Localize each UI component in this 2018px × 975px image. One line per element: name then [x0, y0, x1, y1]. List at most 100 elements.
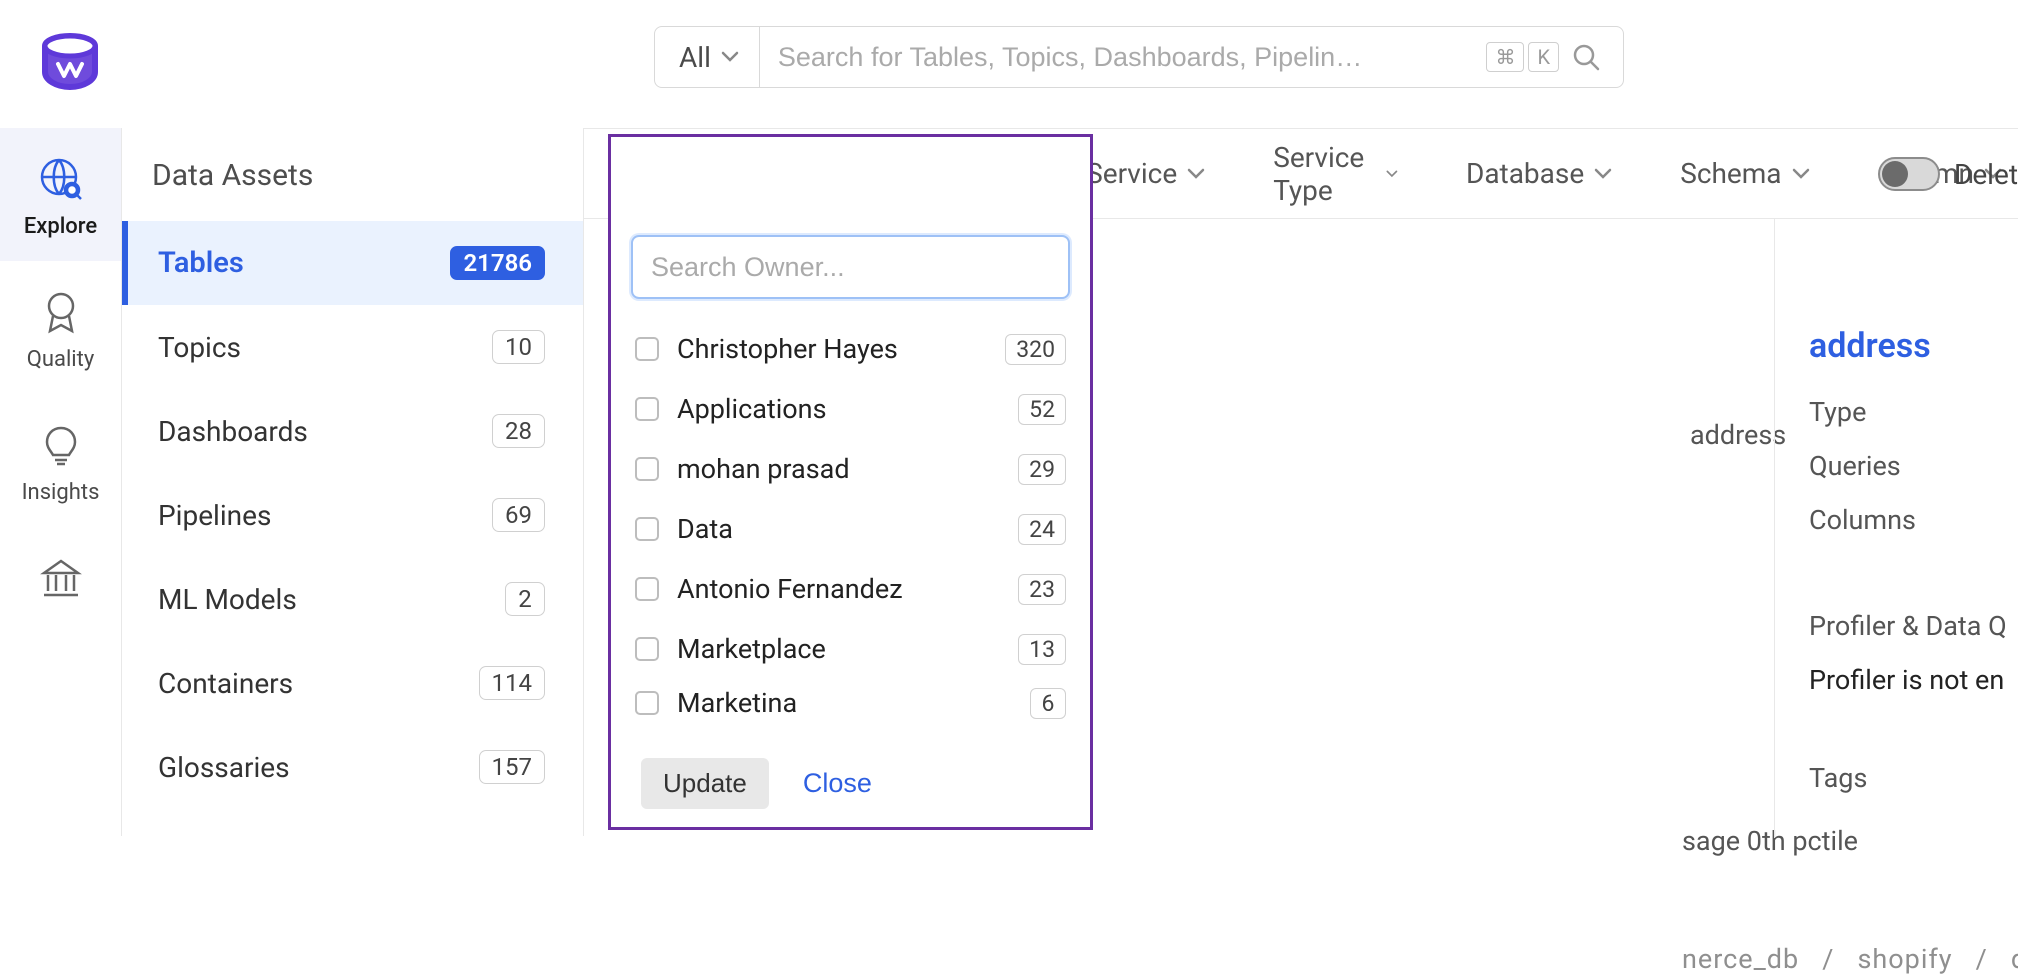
details-type-label: Type	[1809, 396, 2018, 428]
checkbox[interactable]	[635, 577, 659, 601]
owner-option-count: 13	[1018, 634, 1066, 665]
owner-option-label: Applications	[677, 393, 1000, 425]
search-scope-label: All	[679, 41, 711, 74]
asset-item-tables[interactable]: Tables 21786	[122, 221, 583, 305]
deleted-toggle[interactable]	[1878, 157, 1940, 191]
deleted-toggle-row: Delet	[1878, 129, 2018, 219]
details-title[interactable]: address	[1809, 326, 2018, 366]
asset-label: ML Models	[158, 583, 297, 616]
globe-search-icon	[38, 156, 84, 202]
bank-icon	[38, 555, 84, 601]
owner-option[interactable]: Christopher Hayes 320	[611, 319, 1090, 379]
filter-label: Database	[1466, 157, 1584, 190]
left-nav-rail: Explore Quality Insights	[0, 128, 122, 836]
filter-label: Schema	[1680, 157, 1781, 190]
checkbox[interactable]	[635, 691, 659, 715]
sidebar: Data Assets Tables 21786 Topics 10 Dashb…	[122, 128, 584, 836]
sidebar-title: Data Assets	[122, 158, 583, 221]
filter-label: Service	[1086, 157, 1177, 190]
checkbox[interactable]	[635, 457, 659, 481]
details-columns-label: Columns	[1809, 504, 2018, 536]
count-badge: 2	[505, 582, 545, 616]
lightbulb-icon	[38, 422, 84, 468]
award-icon	[38, 289, 84, 335]
owner-search-input[interactable]	[631, 235, 1070, 299]
rail-item-insights[interactable]: Insights	[0, 394, 121, 527]
asset-label: Topics	[158, 331, 241, 364]
checkbox[interactable]	[635, 637, 659, 661]
rail-item-quality[interactable]: Quality	[0, 261, 121, 394]
asset-label: Containers	[158, 667, 293, 700]
owner-option[interactable]: Applications 52	[611, 379, 1090, 439]
details-panel: address Type Queries Columns Profiler & …	[1774, 218, 2018, 838]
owner-dropdown: Christopher Hayes 320 Applications 52 mo…	[608, 134, 1093, 830]
kbd-cmd: ⌘	[1486, 42, 1524, 72]
global-search: All ⌘ K	[654, 26, 1624, 88]
count-badge: 21786	[450, 246, 545, 280]
filter-service-type[interactable]: Service Type	[1257, 133, 1414, 215]
filter-label: Service Type	[1273, 141, 1376, 207]
asset-label: Dashboards	[158, 415, 308, 448]
owner-option-label: Christopher Hayes	[677, 333, 987, 365]
rail-label-insights: Insights	[22, 480, 100, 505]
close-button[interactable]: Close	[803, 768, 872, 799]
owner-option-list: Christopher Hayes 320 Applications 52 mo…	[611, 313, 1090, 744]
brand-logo	[40, 32, 100, 92]
update-button[interactable]: Update	[641, 758, 769, 809]
asset-label: Tables	[158, 246, 244, 280]
kbd-k: K	[1528, 42, 1559, 72]
details-tags-label: Tags	[1809, 762, 2018, 794]
asset-label: Glossaries	[158, 751, 290, 784]
filter-database[interactable]: Database	[1450, 149, 1628, 198]
owner-option-label: Data	[677, 513, 1000, 545]
owner-option-label: Antonio Fernandez	[677, 573, 1000, 605]
rail-label-explore: Explore	[24, 214, 97, 239]
owner-option-count: 24	[1018, 514, 1066, 545]
owner-option-count: 6	[1030, 688, 1066, 719]
search-scope-selector[interactable]: All	[655, 27, 760, 87]
owner-option[interactable]: Antonio Fernandez 23	[611, 559, 1090, 619]
details-queries-label: Queries	[1809, 450, 2018, 482]
deleted-toggle-label: Delet	[1954, 158, 2018, 191]
checkbox[interactable]	[635, 517, 659, 541]
checkbox[interactable]	[635, 337, 659, 361]
owner-option-count: 29	[1018, 454, 1066, 485]
asset-list: Tables 21786 Topics 10 Dashboards 28 Pip…	[122, 221, 583, 809]
count-badge: 69	[492, 498, 545, 532]
owner-option-count: 52	[1018, 394, 1066, 425]
rail-item-explore[interactable]: Explore	[0, 128, 121, 261]
search-input[interactable]	[760, 27, 1487, 87]
filter-schema[interactable]: Schema	[1664, 149, 1825, 198]
owner-dropdown-footer: Update Close	[611, 744, 1090, 827]
count-badge: 157	[479, 750, 545, 784]
asset-item-containers[interactable]: Containers 114	[122, 641, 583, 725]
checkbox[interactable]	[635, 397, 659, 421]
asset-label: Pipelines	[158, 499, 271, 532]
breadcrumb: nerce_db / shopify / dim_address	[1680, 943, 2018, 975]
asset-item-dashboards[interactable]: Dashboards 28	[122, 389, 583, 473]
asset-item-topics[interactable]: Topics 10	[122, 305, 583, 389]
top-bar: All ⌘ K	[0, 0, 2018, 124]
rail-item-governance[interactable]	[0, 527, 121, 601]
count-badge: 114	[479, 666, 545, 700]
owner-option-count: 23	[1018, 574, 1066, 605]
chevron-down-icon	[1792, 168, 1810, 180]
chevron-down-icon	[1187, 168, 1205, 180]
chevron-down-icon	[721, 51, 739, 63]
count-badge: 10	[492, 330, 545, 364]
search-icon[interactable]	[1571, 42, 1601, 72]
keyboard-shortcut-hint: ⌘ K	[1486, 42, 1559, 72]
owner-option-count: 320	[1005, 334, 1066, 365]
asset-item-mlmodels[interactable]: ML Models 2	[122, 557, 583, 641]
asset-item-glossaries[interactable]: Glossaries 157	[122, 725, 583, 809]
owner-option[interactable]: mohan prasad 29	[611, 439, 1090, 499]
owner-option-label: mohan prasad	[677, 453, 1000, 485]
count-badge: 28	[492, 414, 545, 448]
details-profiler-header: Profiler & Data Q	[1809, 610, 2018, 642]
rail-label-quality: Quality	[27, 347, 95, 372]
owner-option[interactable]: Marketplace 13	[611, 619, 1090, 679]
details-profiler-body: Profiler is not en	[1809, 664, 2018, 696]
owner-option[interactable]: Marketina 6	[611, 679, 1090, 727]
asset-item-pipelines[interactable]: Pipelines 69	[122, 473, 583, 557]
owner-option[interactable]: Data 24	[611, 499, 1090, 559]
